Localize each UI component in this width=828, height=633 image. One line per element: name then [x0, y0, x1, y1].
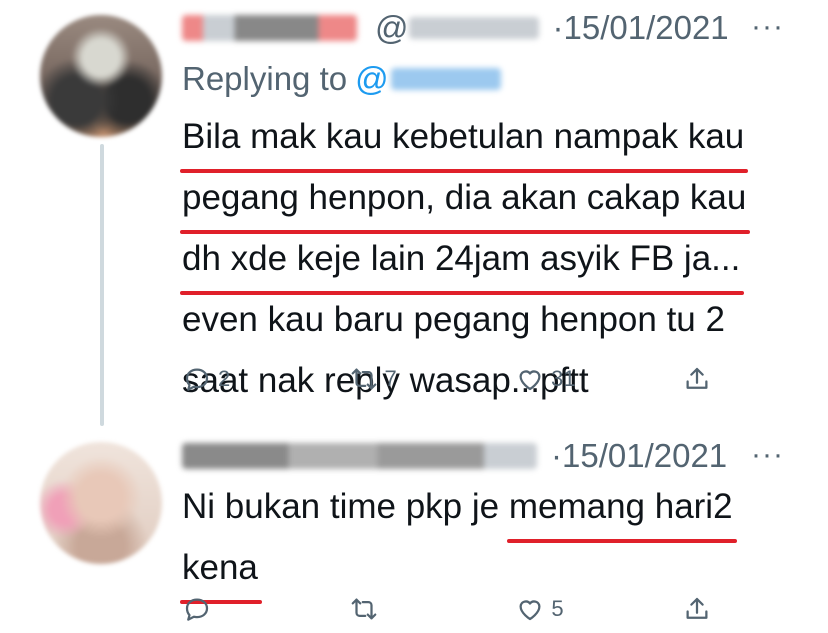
share-button[interactable]	[682, 364, 712, 394]
tweet-header: @ ·15/01/2021	[182, 8, 729, 48]
replying-handle-blurred[interactable]	[390, 68, 501, 90]
retweet-button[interactable]: 7	[349, 364, 409, 394]
tweet-line-underlined: memang hari2	[506, 476, 737, 543]
replying-handle[interactable]: @	[355, 60, 389, 98]
tweet-line: Bila mak kau kebetulan nampak kau	[179, 106, 749, 173]
tweet-line: even kau baru pegang henpon tu 2	[182, 300, 725, 339]
avatar[interactable]	[40, 15, 162, 137]
more-icon[interactable]: ···	[751, 10, 784, 44]
tweet-line-underlined: kena	[180, 537, 262, 604]
retweet-icon	[351, 368, 376, 390]
retweet-icon	[351, 598, 377, 620]
display-name-blurred[interactable]	[182, 443, 537, 469]
tweet-actions: 2 7 31	[182, 361, 712, 397]
tweet-line: Ni bukan time pkp je	[182, 487, 509, 526]
like-count: 31	[551, 366, 576, 391]
replying-label: Replying to	[182, 60, 348, 97]
display-name-blurred[interactable]	[182, 15, 357, 41]
reply-button[interactable]	[182, 594, 242, 624]
like-icon	[519, 600, 541, 621]
reply-icon	[185, 368, 209, 391]
share-icon	[686, 597, 708, 619]
share-button[interactable]	[682, 594, 712, 624]
thread-line	[100, 144, 104, 426]
like-button[interactable]: 5	[515, 594, 575, 624]
reply-button[interactable]: 2	[182, 364, 242, 394]
tweet-line: pegang henpon, dia akan cakap kau	[179, 167, 751, 234]
like-count: 5	[551, 596, 564, 621]
tweet-header: ·15/01/2021	[182, 436, 727, 476]
retweet-count: 7	[384, 366, 397, 391]
tweet-date[interactable]: ·15/01/2021	[553, 9, 729, 47]
like-icon	[519, 370, 541, 391]
handle-blurred[interactable]	[408, 17, 539, 39]
tweet-text: Ni bukan time pkp je memang hari2 kena	[180, 476, 737, 604]
like-button[interactable]: 31	[515, 364, 575, 394]
reply-icon	[185, 598, 209, 621]
share-icon	[686, 367, 708, 389]
handle-prefix[interactable]: @	[375, 9, 409, 47]
reply-count: 2	[218, 366, 231, 391]
tweet-date[interactable]: ·15/01/2021	[551, 437, 727, 475]
retweet-button[interactable]	[349, 594, 409, 624]
more-icon[interactable]: ···	[751, 438, 784, 472]
replying-to: Replying to @	[182, 60, 501, 98]
tweet-line: dh xde keje lain 24jam asyik FB ja...	[179, 228, 745, 295]
avatar[interactable]	[40, 442, 162, 564]
tweet-actions: 5	[182, 591, 712, 627]
